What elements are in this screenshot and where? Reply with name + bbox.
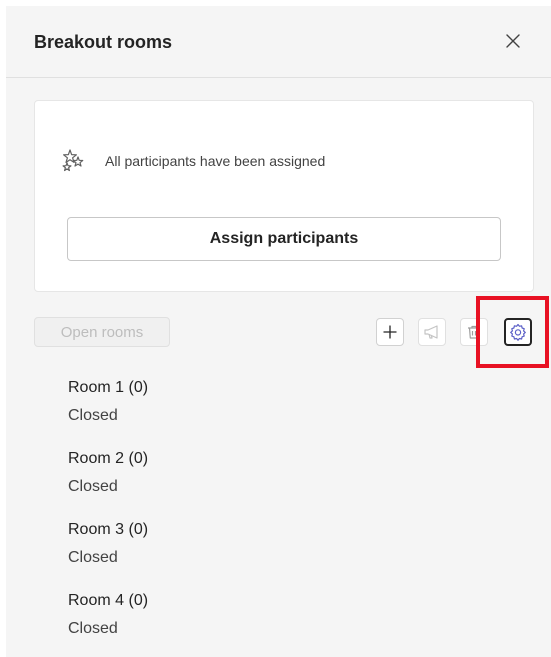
room-count: (0): [128, 379, 149, 396]
assignment-card: All participants have been assigned Assi…: [34, 100, 534, 292]
room-name: Room 4: [68, 592, 125, 609]
gear-icon: [510, 323, 526, 341]
breakout-rooms-panel: Breakout rooms All participants have bee…: [6, 6, 551, 657]
room-list: Room 1 (0) Closed Room 2 (0) Closed Room…: [68, 378, 148, 657]
room-item[interactable]: Room 4 (0) Closed: [68, 591, 148, 657]
delete-room-button[interactable]: [460, 318, 488, 346]
close-button[interactable]: [502, 30, 524, 52]
room-count: (0): [128, 521, 149, 538]
announcement-button[interactable]: [418, 318, 446, 346]
add-icon: [383, 325, 397, 339]
add-room-button[interactable]: [376, 318, 404, 346]
room-settings-button[interactable]: [504, 318, 532, 346]
room-name: Room 1: [68, 379, 125, 396]
assign-participants-button[interactable]: Assign participants: [67, 217, 501, 261]
room-status: Closed: [68, 549, 118, 566]
open-rooms-button[interactable]: Open rooms: [34, 317, 170, 347]
assignment-status-text: All participants have been assigned: [105, 153, 326, 169]
close-icon: [506, 34, 520, 48]
room-count: (0): [128, 592, 149, 609]
sparkle-stars-icon: [59, 147, 87, 175]
room-status: Closed: [68, 620, 118, 637]
room-status: Closed: [68, 407, 118, 424]
room-count: (0): [128, 450, 149, 467]
megaphone-icon: [424, 325, 438, 339]
panel-title: Breakout rooms: [34, 32, 173, 52]
room-name: Room 3: [68, 521, 125, 538]
room-item[interactable]: Room 2 (0) Closed: [68, 449, 148, 520]
room-item[interactable]: Room 1 (0) Closed: [68, 378, 148, 449]
assignment-status: All participants have been assigned: [59, 147, 325, 175]
room-status: Closed: [68, 478, 118, 495]
room-item[interactable]: Room 3 (0) Closed: [68, 520, 148, 591]
trash-icon: [468, 325, 480, 339]
room-name: Room 2: [68, 450, 125, 467]
panel-header: Breakout rooms: [6, 6, 551, 78]
